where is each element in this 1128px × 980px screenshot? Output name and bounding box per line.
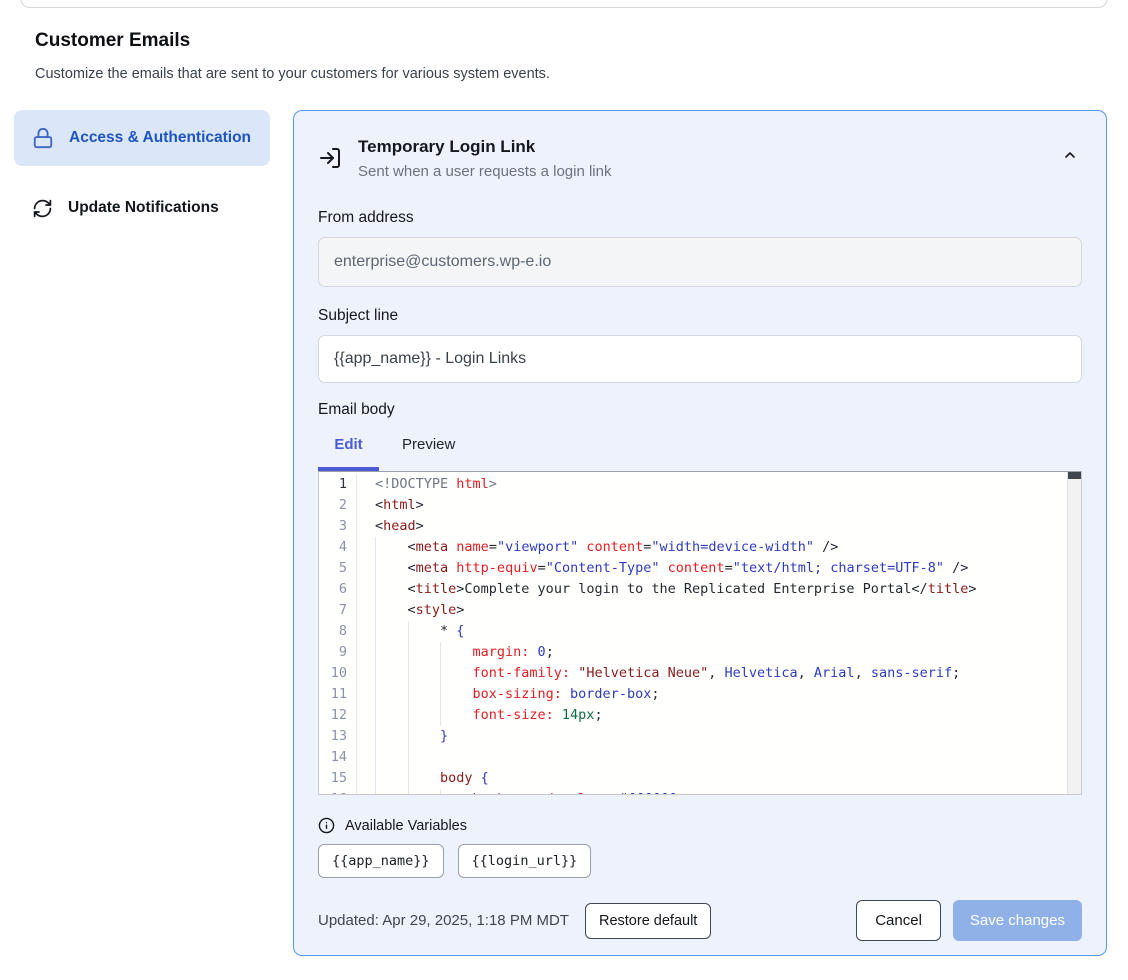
updated-timestamp: Updated: Apr 29, 2025, 1:18 PM MDT	[318, 912, 569, 929]
line-number: 9	[319, 642, 357, 663]
variable-chips: {{app_name}} {{login_url}}	[318, 844, 1082, 878]
page-title: Customer Emails	[35, 30, 190, 52]
sidebar-item-access-authentication[interactable]: Access & Authentication	[14, 110, 270, 166]
code-text: }	[375, 726, 448, 747]
code-line: 11 box-sizing: border-box;	[319, 684, 1081, 705]
tab-preview[interactable]: Preview	[402, 436, 455, 453]
code-line: 5 <meta http-equiv="Content-Type" conten…	[319, 558, 1081, 579]
line-number: 3	[319, 516, 357, 537]
code-line: 15 body {	[319, 768, 1081, 789]
sidebar-item-update-notifications[interactable]: Update Notifications	[14, 182, 270, 234]
code-text: font-family: "Helvetica Neue", Helvetica…	[375, 663, 960, 684]
code-text: <head>	[375, 516, 424, 537]
code-line: 7 <style>	[319, 600, 1081, 621]
code-line: 12 font-size: 14px;	[319, 705, 1081, 726]
save-changes-button[interactable]: Save changes	[953, 900, 1082, 941]
panel-header: Temporary Login Link Sent when a user re…	[318, 137, 1082, 181]
editor-scrollbar[interactable]	[1067, 472, 1081, 794]
refresh-icon	[32, 198, 53, 219]
line-number: 7	[319, 600, 357, 621]
tab-edit[interactable]: Edit	[318, 436, 379, 453]
code-line: 10 font-family: "Helvetica Neue", Helvet…	[319, 663, 1081, 684]
from-address-input[interactable]	[318, 237, 1082, 287]
line-number: 11	[319, 684, 357, 705]
line-number: 6	[319, 579, 357, 600]
editor-scrollbar-thumb[interactable]	[1068, 472, 1081, 479]
chevron-up-icon	[1062, 147, 1078, 163]
line-number: 15	[319, 768, 357, 789]
code-text: <title>Complete your login to the Replic…	[375, 579, 976, 600]
line-number: 12	[319, 705, 357, 726]
page-subtitle: Customize the emails that are sent to yo…	[35, 66, 550, 82]
email-panel: Temporary Login Link Sent when a user re…	[293, 110, 1107, 956]
variable-chip-app-name[interactable]: {{app_name}}	[318, 844, 444, 878]
restore-default-button[interactable]: Restore default	[585, 903, 711, 939]
subject-line-input[interactable]	[318, 335, 1082, 383]
lock-icon	[32, 127, 54, 149]
code-text: background-color: #ffffff;	[375, 789, 684, 795]
code-line: 3 <head>	[319, 516, 1081, 537]
variable-chip-login-url[interactable]: {{login_url}}	[458, 844, 592, 878]
sidebar: Access & Authentication Update Notificat…	[14, 110, 270, 234]
subject-line-label: Subject line	[318, 307, 1082, 327]
code-text: <html>	[375, 495, 424, 516]
panel-header-text: Temporary Login Link Sent when a user re…	[358, 137, 611, 181]
active-tab-underline	[318, 467, 379, 471]
code-line: 2 <html>	[319, 495, 1081, 516]
code-editor[interactable]: 1<!DOCTYPE html>2<html>3<head>4 <meta na…	[318, 471, 1082, 795]
collapse-button[interactable]	[1058, 143, 1082, 167]
panel-subtitle: Sent when a user requests a login link	[358, 162, 611, 181]
code-text: <!DOCTYPE html>	[375, 474, 497, 495]
line-number: 1	[319, 474, 357, 495]
code-text: font-size: 14px;	[375, 705, 603, 726]
code-line: 4 <meta name="viewport" content="width=d…	[319, 537, 1081, 558]
code-line: 13 }	[319, 726, 1081, 747]
code-text: <meta http-equiv="Content-Type" content=…	[375, 558, 968, 579]
login-icon	[318, 146, 342, 170]
code-text: margin: 0;	[375, 642, 554, 663]
code-line: 1 <!DOCTYPE html>	[319, 474, 1081, 495]
line-number: 16	[319, 789, 357, 795]
line-number: 14	[319, 747, 357, 768]
from-address-label: From address	[318, 209, 1082, 229]
sidebar-item-label: Access & Authentication	[69, 126, 251, 150]
line-number: 2	[319, 495, 357, 516]
code-text: <meta name="viewport" content="width=dev…	[375, 537, 838, 558]
sidebar-item-label: Update Notifications	[68, 196, 219, 220]
code-text: body {	[375, 768, 489, 789]
code-text: * {	[375, 621, 464, 642]
code-line: 9 margin: 0;	[319, 642, 1081, 663]
code-text: <style>	[375, 600, 464, 621]
info-icon	[318, 817, 335, 834]
email-body-label: Email body	[318, 401, 1082, 421]
line-number: 10	[319, 663, 357, 684]
line-number: 4	[319, 537, 357, 558]
previous-card-bottom-edge	[20, 0, 1108, 8]
available-variables-header: Available Variables	[318, 817, 1082, 834]
panel-title: Temporary Login Link	[358, 137, 611, 157]
line-number: 5	[319, 558, 357, 579]
code-line: 8 * {	[319, 621, 1081, 642]
editor-wrap: 1<!DOCTYPE html>2<html>3<head>4 <meta na…	[318, 471, 1082, 795]
email-body-tabs: Edit Preview	[318, 431, 1082, 457]
available-variables-label: Available Variables	[345, 818, 467, 834]
code-text	[375, 747, 440, 768]
code-line: 6 <title>Complete your login to the Repl…	[319, 579, 1081, 600]
line-number: 8	[319, 621, 357, 642]
cancel-button[interactable]: Cancel	[856, 900, 941, 941]
line-number: 13	[319, 726, 357, 747]
code-line: 16 background-color: #ffffff;	[319, 789, 1081, 795]
panel-footer: Updated: Apr 29, 2025, 1:18 PM MDT Resto…	[318, 900, 1082, 941]
code-line: 14	[319, 747, 1081, 768]
code-text: box-sizing: border-box;	[375, 684, 659, 705]
